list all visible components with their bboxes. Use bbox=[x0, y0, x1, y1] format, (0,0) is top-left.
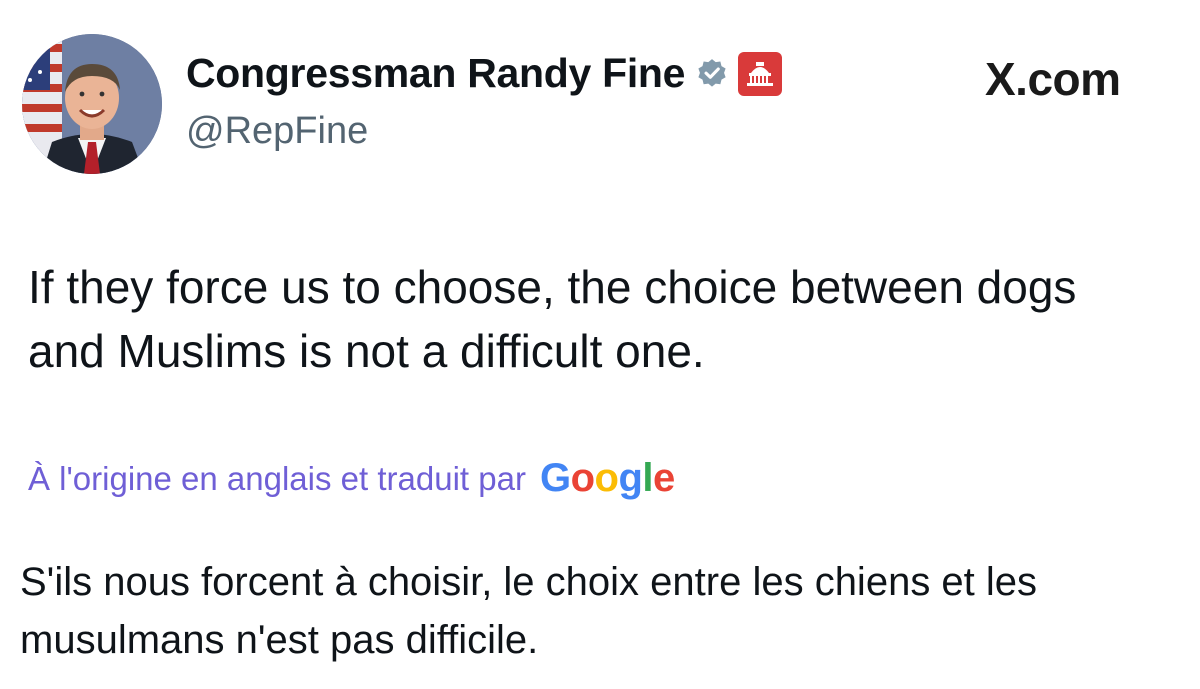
translation-note[interactable]: À l'origine en anglais et traduit par bbox=[28, 460, 526, 498]
display-name[interactable]: Congressman Randy Fine bbox=[186, 50, 685, 97]
google-letter: l bbox=[642, 456, 653, 500]
google-letter: o bbox=[570, 456, 595, 500]
google-logo: Google bbox=[540, 456, 675, 501]
profile-header: Congressman Randy Fine bbox=[186, 50, 783, 97]
google-letter: e bbox=[653, 456, 675, 500]
google-letter: o bbox=[594, 456, 619, 500]
profile-handle[interactable]: @RepFine bbox=[186, 110, 368, 153]
avatar[interactable] bbox=[22, 34, 162, 174]
google-letter: G bbox=[539, 456, 571, 500]
translated-tweet-text: S'ils nous forcent à choisir, le choix e… bbox=[20, 560, 1038, 662]
verified-badge-icon[interactable] bbox=[695, 57, 729, 91]
x-logo: X.com bbox=[985, 53, 1121, 105]
profile-photo-icon bbox=[22, 34, 162, 174]
google-letter: g bbox=[618, 456, 643, 500]
translation-attribution: À l'origine en anglais et traduit par Go… bbox=[28, 456, 675, 501]
capitol-affiliation-icon[interactable] bbox=[737, 51, 783, 97]
tweet-text: If they force us to choose, the choice b… bbox=[28, 261, 1077, 377]
